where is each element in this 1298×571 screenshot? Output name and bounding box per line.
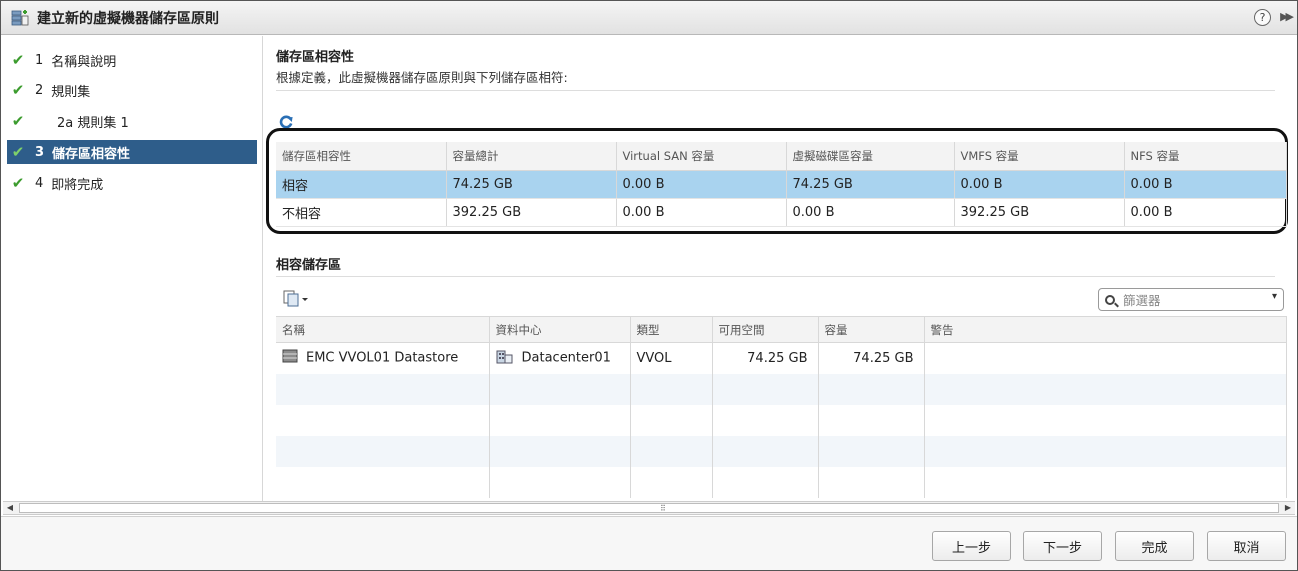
column-header[interactable]: 容量總計 [446, 142, 617, 171]
chevron-down-icon[interactable]: ▾ [1272, 291, 1277, 302]
step-number: 2 [35, 82, 44, 98]
help-icon[interactable]: ? [1254, 9, 1271, 26]
step-2a[interactable]: ✔ 2a 規則集 1 [7, 109, 257, 133]
cancel-button[interactable]: 取消 [1207, 531, 1286, 561]
scroll-grip-icon[interactable]: ⠿ [660, 504, 666, 514]
step-number: 4 [35, 175, 44, 191]
table-header: 名稱 資料中心 類型 可用空間 容量 警告 [276, 316, 1287, 343]
next-button[interactable]: 下一步 [1023, 531, 1102, 561]
filter-input[interactable]: 篩選器 ▾ [1098, 288, 1284, 311]
column-header[interactable]: 名稱 [276, 316, 490, 343]
step-label: 即將完成 [51, 177, 104, 193]
column-header[interactable]: 儲存區相容性 [276, 142, 447, 171]
check-icon: ✔ [11, 112, 25, 130]
table-cell: 74.25 GB [712, 342, 819, 374]
datastore-icon [282, 349, 298, 367]
back-button[interactable]: 上一步 [932, 531, 1011, 561]
table-cell: 74.25 GB [818, 342, 925, 374]
window-title: 建立新的虛擬機器儲存區原則 [37, 10, 219, 27]
table-row[interactable]: EMC VVOL01 Datastore Datacenter01 VVOL 7… [276, 342, 1287, 374]
table-cell: 392.25 GB [954, 198, 1125, 227]
collapse-icon[interactable]: ▶▶ [1280, 10, 1294, 23]
step-label: 名稱與說明 [51, 54, 117, 70]
datastore-name: EMC VVOL01 Datastore [306, 350, 459, 366]
scroll-right-icon[interactable]: ▶ [1281, 502, 1295, 514]
filter-placeholder: 篩選器 [1123, 293, 1161, 308]
table-cell: 74.25 GB [446, 170, 617, 199]
table-cell: 相容 [276, 170, 447, 199]
table-cell: 0.00 B [616, 198, 787, 227]
check-icon: ✔ [11, 81, 25, 99]
empty-row [276, 435, 1287, 467]
column-header[interactable]: 類型 [630, 316, 713, 343]
empty-row [276, 404, 1287, 436]
table-cell [924, 342, 1287, 374]
column-header[interactable]: VMFS 容量 [954, 142, 1125, 171]
check-icon: ✔ [11, 174, 25, 192]
scroll-track[interactable]: ⠿ [19, 503, 1279, 513]
check-icon: ✔ [11, 143, 25, 161]
table-header: 儲存區相容性 容量總計 Virtual SAN 容量 虛擬磁碟區容量 VMFS … [276, 142, 1287, 171]
table-row[interactable]: 相容 74.25 GB 0.00 B 74.25 GB 0.00 B 0.00 … [276, 170, 1287, 199]
table-row[interactable]: 不相容 392.25 GB 0.00 B 0.00 B 392.25 GB 0.… [276, 198, 1287, 227]
horizontal-scrollbar[interactable]: ◀ ⠿ ▶ [3, 501, 1295, 515]
column-header[interactable]: 容量 [818, 316, 925, 343]
column-header[interactable]: Virtual SAN 容量 [616, 142, 787, 171]
compatibility-table: 儲存區相容性 容量總計 Virtual SAN 容量 虛擬磁碟區容量 VMFS … [276, 142, 1287, 227]
check-icon: ✔ [11, 51, 25, 69]
title-bar: 建立新的虛擬機器儲存區原則 ? ▶▶ [1, 1, 1297, 35]
step-number: 1 [35, 52, 44, 68]
datastore-table: 名稱 資料中心 類型 可用空間 容量 警告 EMC VVOL01 Datasto… [276, 316, 1287, 498]
table-cell: 0.00 B [1124, 198, 1287, 227]
table-cell: 392.25 GB [446, 198, 617, 227]
step-1[interactable]: ✔ 1 名稱與說明 [7, 48, 257, 72]
table-cell: VVOL [630, 342, 713, 374]
step-number: 3 [35, 144, 45, 160]
table-cell: 0.00 B [616, 170, 787, 199]
step-label: 2a 規則集 1 [57, 115, 129, 131]
footer: 上一步 下一步 完成 取消 [1, 516, 1297, 570]
wizard-window: 建立新的虛擬機器儲存區原則 ? ▶▶ ✔ 1 名稱與說明 ✔ 2 規則集 ✔ 2… [0, 0, 1298, 571]
table-cell: 74.25 GB [786, 170, 955, 199]
main-panel: 儲存區相容性 根據定義，此虛擬機器儲存區原則與下列儲存區相符: 儲存區相容性 容… [264, 36, 1288, 501]
finish-button[interactable]: 完成 [1115, 531, 1194, 561]
table-cell: EMC VVOL01 Datastore [276, 342, 490, 374]
column-header[interactable]: 警告 [924, 316, 1287, 343]
step-label: 儲存區相容性 [52, 146, 131, 162]
step-label: 規則集 [51, 84, 91, 100]
section-title: 相容儲存區 [276, 258, 342, 273]
column-header[interactable]: 虛擬磁碟區容量 [786, 142, 955, 171]
storage-policy-icon [11, 9, 29, 27]
column-header[interactable]: 資料中心 [489, 316, 631, 343]
wizard-steps: ✔ 1 名稱與說明 ✔ 2 規則集 ✔ 2a 規則集 1 ✔ 3 儲存區相容性 … [1, 36, 263, 501]
page-description: 根據定義，此虛擬機器儲存區原則與下列儲存區相符: [276, 70, 568, 85]
column-header[interactable]: NFS 容量 [1124, 142, 1287, 171]
step-4[interactable]: ✔ 4 即將完成 [7, 171, 257, 195]
table-cell: Datacenter01 [489, 342, 631, 374]
step-2[interactable]: ✔ 2 規則集 [7, 78, 257, 102]
divider [276, 90, 1275, 91]
table-cell: 不相容 [276, 198, 447, 227]
page-title: 儲存區相容性 [276, 50, 355, 65]
search-icon [1105, 294, 1115, 305]
table-cell: 0.00 B [1124, 170, 1287, 199]
column-header[interactable]: 可用空間 [712, 316, 819, 343]
divider [276, 276, 1275, 277]
empty-row [276, 466, 1287, 498]
copy-menu-icon[interactable] [282, 290, 310, 308]
table-cell: 0.00 B [954, 170, 1125, 199]
datacenter-name: Datacenter01 [521, 350, 611, 366]
table-cell: 0.00 B [786, 198, 955, 227]
step-3[interactable]: ✔ 3 儲存區相容性 [7, 140, 257, 164]
scroll-left-icon[interactable]: ◀ [3, 502, 17, 514]
empty-row [276, 373, 1287, 405]
datacenter-icon [496, 348, 514, 368]
